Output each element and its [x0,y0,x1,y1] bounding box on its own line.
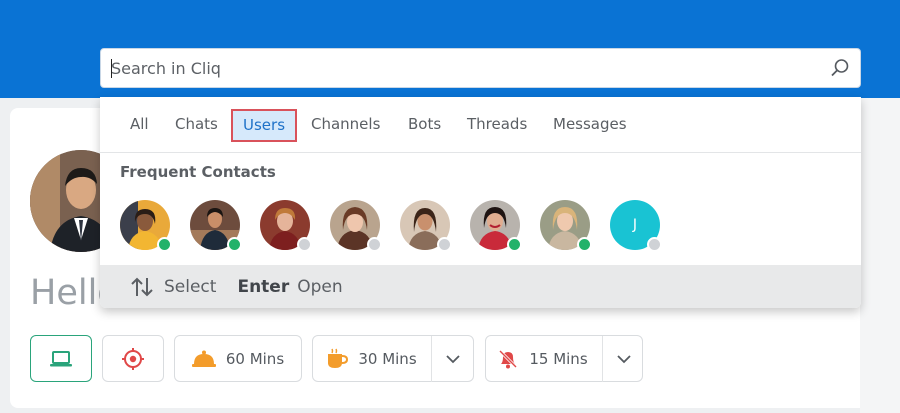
bell-off-icon [499,349,518,368]
status-dot [157,237,172,252]
search-bar[interactable] [100,48,861,88]
tab-bots[interactable]: Bots [408,109,441,142]
status-dot [367,237,382,252]
search-dropdown: All Chats Users Channels Bots Threads Me… [100,97,861,308]
target-icon [122,347,144,370]
contact-avatar[interactable] [400,200,452,252]
status-available-button[interactable] [30,335,92,382]
tab-users[interactable]: Users [231,109,298,142]
status-focus-button[interactable] [102,335,164,382]
status-dot [297,237,312,252]
coffee-duration-label: 30 Mins [358,349,417,368]
open-hint-label: Open [297,276,343,297]
divider [430,335,432,382]
chevron-down-icon[interactable] [446,354,460,364]
contact-avatar[interactable]: J [610,200,662,252]
divider [601,335,603,382]
search-filter-tabs: All Chats Users Channels Bots Threads Me… [100,97,861,153]
status-lunch-button[interactable]: 60 Mins [174,335,302,382]
lunch-duration-label: 60 Mins [225,349,285,368]
contact-avatar[interactable] [120,200,172,252]
search-icon[interactable] [820,49,860,87]
frequent-contacts-title: Frequent Contacts [120,163,276,181]
chevron-down-icon[interactable] [617,354,631,364]
status-dot [227,237,242,252]
select-hint-label: Select [164,276,217,297]
tab-channels[interactable]: Channels [311,109,380,142]
status-coffee-button[interactable]: 30 Mins [312,335,474,382]
status-dot [647,237,662,252]
status-dnd-button[interactable]: 15 Mins [485,335,643,382]
food-cloche-icon [191,350,216,367]
status-dot [437,237,452,252]
status-dot [577,237,592,252]
laptop-icon [50,350,72,366]
status-dot [507,237,522,252]
text-caret [111,59,112,78]
tab-messages[interactable]: Messages [553,109,627,142]
contact-avatar[interactable] [540,200,592,252]
tab-threads[interactable]: Threads [467,109,527,142]
up-down-arrows-icon [131,277,153,296]
keyboard-hints: Select Enter Open [100,265,861,308]
enter-key-label: Enter [237,276,290,297]
contact-avatar[interactable] [260,200,312,252]
side-panel-edge [860,98,900,413]
dnd-duration-label: 15 Mins [529,349,588,368]
search-input[interactable] [101,49,820,87]
contact-avatar[interactable] [470,200,522,252]
contact-avatar[interactable] [330,200,382,252]
contact-avatar[interactable] [190,200,242,252]
coffee-cup-icon [328,348,349,368]
tab-all[interactable]: All [130,109,149,142]
tab-chats[interactable]: Chats [175,109,218,142]
